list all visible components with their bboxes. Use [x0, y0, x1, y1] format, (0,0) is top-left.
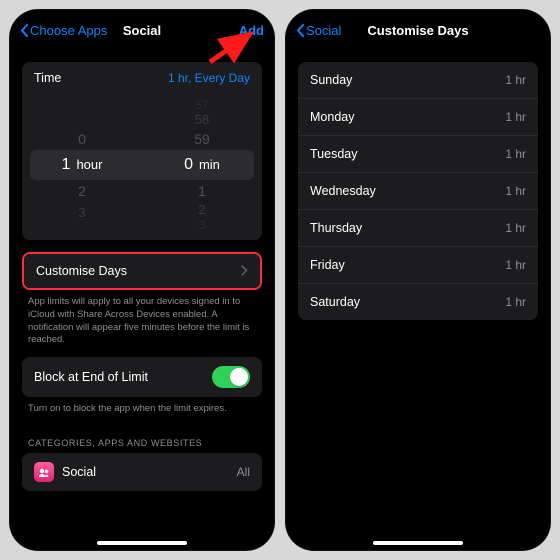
day-row[interactable]: Monday 1 hr [298, 98, 538, 135]
duration-picker[interactable]: 0 1 hour 2 3 57 58 5 [22, 94, 262, 240]
phone-left: Choose Apps Social Add Time 1 hr, Every … [10, 10, 274, 550]
minutes-column[interactable]: 57 58 59 0 min 1 2 3 [142, 100, 262, 230]
block-group: Block at End of Limit [22, 357, 262, 397]
day-value: 1 hr [505, 221, 526, 235]
back-label: Choose Apps [30, 23, 107, 38]
back-button[interactable]: Choose Apps [20, 23, 107, 38]
hours-column[interactable]: 0 1 hour 2 3 [22, 100, 142, 230]
hours-value: 1 [62, 150, 71, 180]
time-group: Time 1 hr, Every Day 0 1 hour [22, 62, 262, 240]
day-value: 1 hr [505, 295, 526, 309]
minutes-value: 0 [184, 150, 193, 180]
day-value: 1 hr [505, 147, 526, 161]
home-indicator[interactable] [97, 541, 187, 545]
navbar: Choose Apps Social Add [10, 10, 274, 50]
customise-days-row[interactable]: Customise Days [24, 254, 260, 288]
chevron-right-icon [241, 263, 248, 279]
category-scope: All [237, 465, 250, 479]
time-value: 1 hr, Every Day [168, 71, 250, 85]
chevron-left-icon [296, 24, 304, 36]
back-button[interactable]: Social [296, 23, 341, 38]
day-row[interactable]: Friday 1 hr [298, 246, 538, 283]
toggle-knob [230, 368, 248, 386]
back-label: Social [306, 23, 341, 38]
hours-unit: hour [76, 150, 102, 180]
day-row[interactable]: Saturday 1 hr [298, 283, 538, 320]
day-value: 1 hr [505, 110, 526, 124]
home-indicator[interactable] [373, 541, 463, 545]
day-row[interactable]: Tuesday 1 hr [298, 135, 538, 172]
day-name: Thursday [310, 221, 362, 235]
day-row[interactable]: Wednesday 1 hr [298, 172, 538, 209]
day-name: Friday [310, 258, 345, 272]
categories-section-header: CATEGORIES, APPS AND WEBSITES [22, 426, 262, 453]
block-toggle[interactable] [212, 366, 250, 388]
customise-days-highlight: Customise Days [22, 252, 262, 290]
customise-days-label: Customise Days [36, 264, 127, 278]
time-label: Time [34, 71, 61, 85]
day-row[interactable]: Thursday 1 hr [298, 209, 538, 246]
day-name: Tuesday [310, 147, 357, 161]
block-caption: Turn on to block the app when the limit … [22, 397, 262, 426]
day-name: Wednesday [310, 184, 376, 198]
day-name: Saturday [310, 295, 360, 309]
navbar: Social Customise Days [286, 10, 550, 50]
limits-footnote: App limits will apply to all your device… [22, 290, 262, 357]
categories-group: Social All [22, 453, 262, 491]
days-list: Sunday 1 hr Monday 1 hr Tuesday 1 hr Wednes… [298, 62, 538, 320]
add-button[interactable]: Add [239, 23, 264, 38]
block-at-end-row[interactable]: Block at End of Limit [22, 357, 262, 397]
day-name: Monday [310, 110, 354, 124]
category-name: Social [62, 465, 96, 479]
day-value: 1 hr [505, 184, 526, 198]
day-value: 1 hr [505, 258, 526, 272]
phone-right: Social Customise Days Sunday 1 hr Monday 1… [286, 10, 550, 550]
block-label: Block at End of Limit [34, 370, 148, 384]
day-name: Sunday [310, 73, 352, 87]
day-row[interactable]: Sunday 1 hr [298, 62, 538, 98]
time-row[interactable]: Time 1 hr, Every Day [22, 62, 262, 94]
social-category-icon [34, 462, 54, 482]
category-row[interactable]: Social All [22, 453, 262, 491]
day-value: 1 hr [505, 73, 526, 87]
minutes-unit: min [199, 150, 220, 180]
chevron-left-icon [20, 24, 28, 36]
